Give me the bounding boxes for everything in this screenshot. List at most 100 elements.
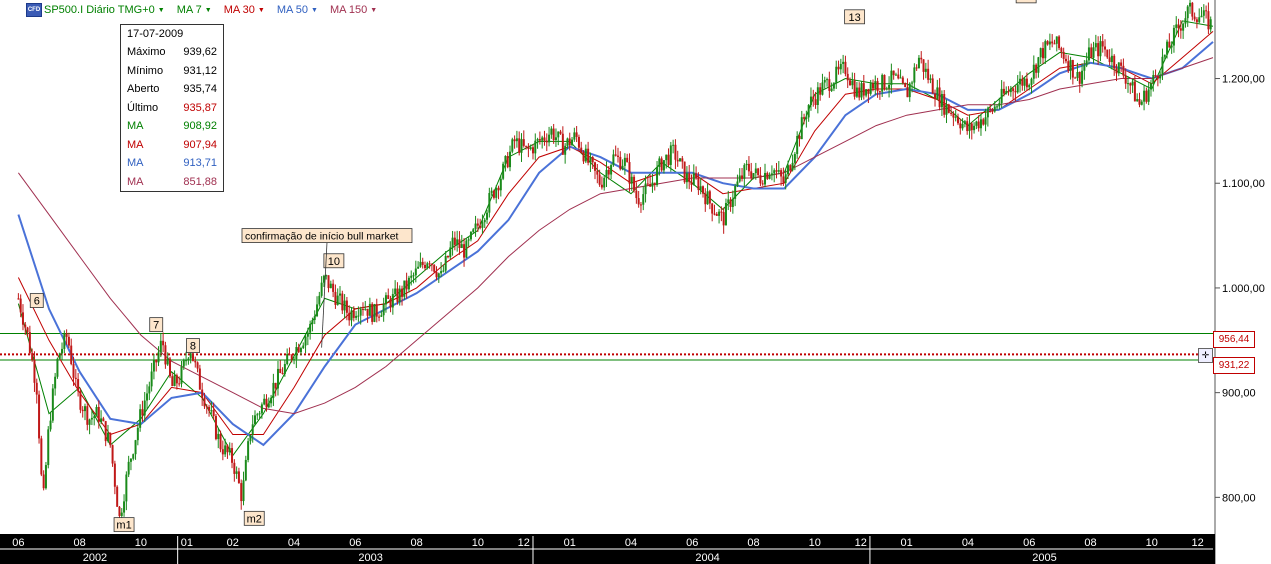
candle-body	[915, 67, 918, 69]
candle-body	[598, 174, 601, 185]
candle-body	[616, 155, 619, 157]
candle-body	[506, 156, 509, 168]
candle-body	[26, 327, 29, 333]
candle-body	[1147, 89, 1150, 102]
candle-body	[619, 156, 622, 170]
candle-body	[534, 140, 537, 154]
candle-body	[497, 187, 500, 191]
candle-body	[490, 190, 493, 194]
month-tick-label: 04	[962, 537, 974, 549]
info-value: 939,62	[183, 46, 217, 59]
instrument-selector[interactable]: SP500.I Diário TMG+0 ▼	[44, 4, 165, 16]
crosshair-tool-icon[interactable]: ✛	[1198, 348, 1213, 363]
month-tick-label: 10	[809, 537, 821, 549]
candle-body	[327, 275, 330, 289]
candle-body	[757, 168, 760, 176]
candle-body	[630, 176, 633, 184]
ma150-selector[interactable]: MA 150 ▼	[330, 4, 377, 16]
candle-body	[316, 304, 319, 317]
candle-body	[970, 123, 973, 131]
candle-body	[685, 173, 688, 183]
candle-body	[653, 182, 656, 186]
candle-body	[453, 237, 456, 245]
candle-body	[561, 133, 564, 155]
candle-body	[736, 181, 739, 187]
candle-body	[1081, 70, 1084, 84]
candle-body	[1115, 68, 1118, 74]
candle-body	[639, 204, 642, 206]
candle-body	[132, 454, 135, 459]
candle-body	[458, 239, 461, 249]
candle-body	[871, 83, 874, 89]
candle-body	[573, 132, 576, 140]
ma7-selector[interactable]: MA 7 ▼	[177, 4, 212, 16]
candle-body	[318, 295, 321, 305]
info-row: MA 908,92	[121, 117, 223, 136]
candle-body	[1092, 47, 1095, 58]
candle-body	[28, 332, 31, 354]
candle-body	[596, 170, 599, 175]
info-row: MA 851,88	[121, 173, 223, 192]
candle-body	[1172, 27, 1175, 46]
candle-body	[901, 77, 904, 84]
candle-body	[1062, 51, 1065, 59]
ma50-selector[interactable]: MA 50 ▼	[277, 4, 318, 16]
candle-body	[922, 59, 925, 72]
candle-body	[1002, 88, 1005, 94]
candle-body	[1037, 57, 1040, 73]
candle-body	[1154, 75, 1157, 77]
candle-body	[1110, 55, 1113, 63]
month-tick-label: 08	[74, 537, 86, 549]
candle-body	[472, 229, 475, 232]
candle-body	[106, 432, 109, 442]
info-label: MA	[127, 175, 144, 188]
candle-body	[747, 163, 750, 172]
dropdown-arrow-icon: ▼	[257, 6, 265, 14]
candle-body	[148, 386, 151, 394]
candle-body	[849, 80, 852, 86]
info-value: 931,12	[183, 64, 217, 77]
candle-body	[86, 406, 89, 425]
candle-body	[1078, 72, 1081, 84]
candle-body	[839, 63, 842, 70]
info-row: Último 935,87	[121, 99, 223, 118]
candle-body	[819, 87, 822, 95]
candle-body	[40, 438, 43, 475]
candle-body	[826, 79, 829, 81]
candle-body	[265, 398, 268, 408]
candle-body	[603, 177, 606, 188]
candle-body	[373, 304, 376, 322]
candle-body	[662, 160, 665, 171]
candle-body	[169, 358, 172, 377]
candle-body	[375, 304, 378, 317]
candle-body	[113, 463, 116, 487]
candle-body	[697, 177, 700, 190]
candle-body	[81, 409, 84, 412]
candle-body	[982, 119, 985, 125]
candle-body	[1071, 60, 1074, 78]
candle-body	[860, 83, 863, 98]
ma30-selector[interactable]: MA 30 ▼	[224, 4, 265, 16]
candle-body	[759, 175, 762, 184]
candle-body	[93, 416, 96, 418]
candle-body	[633, 176, 636, 191]
candle-body	[240, 483, 243, 502]
candle-body	[770, 173, 773, 176]
candle-body	[881, 74, 884, 92]
wave-label: 7	[153, 320, 159, 332]
candle-body	[904, 83, 907, 87]
chart-area[interactable]: 678101314m1m2confirmação de início bull …	[0, 0, 1271, 564]
candle-body	[837, 66, 840, 70]
candle-body	[1170, 45, 1173, 48]
wave-label: 6	[34, 296, 40, 308]
candle-body	[952, 113, 955, 118]
candle-body	[984, 117, 987, 125]
candle-body	[1085, 60, 1088, 66]
candle-body	[917, 57, 920, 69]
candle-body	[724, 202, 727, 226]
month-tick-label: 12	[1192, 537, 1204, 549]
candle-body	[764, 172, 767, 185]
candle-body	[74, 377, 77, 380]
candle-body	[1113, 55, 1116, 69]
candle-body	[166, 358, 169, 365]
